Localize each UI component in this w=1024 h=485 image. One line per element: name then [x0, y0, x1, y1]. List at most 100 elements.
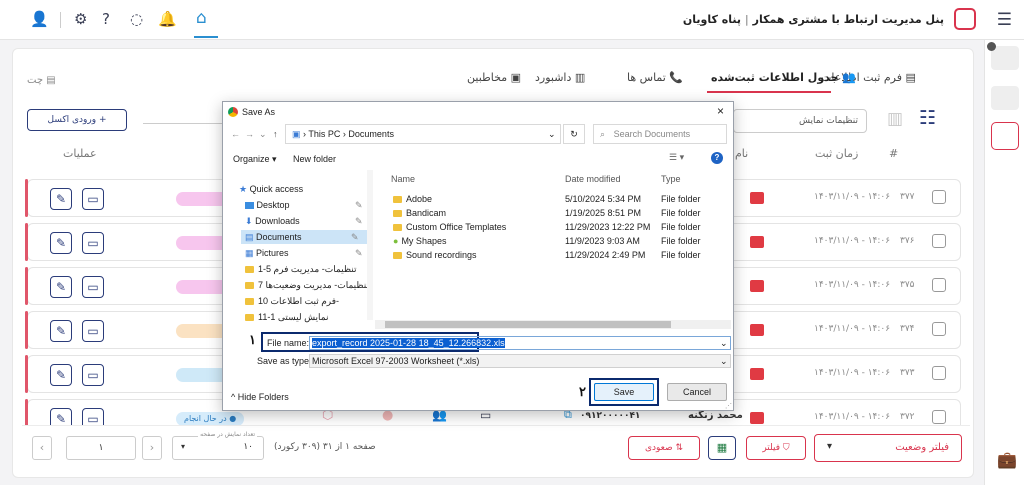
list-view-icon[interactable]: ☷: [919, 107, 936, 129]
row-checkbox[interactable]: [932, 366, 946, 380]
chat-link[interactable]: ▤ چت: [27, 75, 56, 86]
bell-icon[interactable]: 🔔: [158, 10, 177, 28]
filename-input[interactable]: export_record 2025-01-28 18_45_12.266832…: [309, 336, 731, 350]
file-row[interactable]: Bandicam 1/19/2025 8:51 PM File folder: [393, 208, 723, 218]
contact-card-icon: [750, 368, 764, 380]
comment-icon[interactable]: ▭: [82, 188, 104, 210]
row-checkbox[interactable]: [932, 234, 946, 248]
horizontal-scrollbar[interactable]: [375, 320, 731, 329]
row-number: ۳۷۲: [900, 412, 915, 422]
col-header-hash: #: [889, 147, 899, 160]
close-icon[interactable]: ×: [717, 104, 724, 118]
tab-contacts[interactable]: ▣ مخاطبین: [467, 71, 521, 84]
tab-dashboard[interactable]: ▥ داشبورد: [535, 71, 585, 84]
sort-icon: ⇅: [675, 443, 684, 453]
row-checkbox[interactable]: [932, 410, 946, 424]
rail-item-3[interactable]: [991, 122, 1019, 150]
forward-arrow-icon[interactable]: →: [245, 129, 254, 139]
tab-records-table[interactable]: 👥 جدول اطلاعات ثبت‌شده: [711, 71, 856, 84]
nav-downloads[interactable]: ⬇ Downloads ✎: [245, 214, 363, 228]
edit-icon[interactable]: ✎: [50, 364, 72, 386]
grid-view-icon[interactable]: ▥: [887, 109, 903, 129]
prev-page-button[interactable]: ‹: [32, 436, 52, 460]
organize-button[interactable]: Organize ▾: [233, 154, 277, 165]
breadcrumb-sep: ›: [303, 129, 307, 139]
hamburger-menu-icon[interactable]: ☰: [997, 10, 1012, 30]
nav-pane: ★ Quick access Desktop ✎ ⬇ Downloads ✎ ▤ D…: [223, 170, 373, 322]
col-date-modified[interactable]: Date modified: [565, 174, 621, 184]
chevron-down-icon: ⌄: [720, 338, 728, 348]
row-number: ۳۷۵: [900, 280, 915, 290]
display-settings-field[interactable]: تنظیمات نمایش: [733, 109, 867, 133]
address-bar[interactable]: ▣ › This PC › Documents ⌄: [285, 124, 561, 144]
toolbar-divider: [143, 123, 223, 124]
recent-chevron-icon[interactable]: ⌄: [259, 129, 267, 140]
breadcrumb-documents[interactable]: Documents: [348, 129, 394, 139]
edit-icon[interactable]: ✎: [50, 188, 72, 210]
status-filter-select[interactable]: فیلتر وضعیت ▾: [814, 434, 962, 462]
nav-folder[interactable]: نمایش لیستی 1-11: [245, 310, 329, 324]
scroll-thumb[interactable]: [385, 321, 671, 328]
breadcrumb-this-pc[interactable]: This PC: [308, 129, 340, 139]
gear-icon[interactable]: ⚙: [74, 10, 87, 28]
rail-item-2[interactable]: [991, 86, 1019, 110]
page-size-select[interactable]: تعداد نمایش در صفحه ▾ ۱۰: [172, 431, 264, 460]
savetype-select[interactable]: Microsoft Excel 97-2003 Worksheet (*.xls…: [309, 354, 731, 368]
filter-button[interactable]: ⛉ فیلتر: [746, 436, 806, 460]
nav-pictures[interactable]: ▦ Pictures ✎: [245, 246, 363, 260]
resize-grip-icon[interactable]: ⋰: [725, 402, 732, 410]
header-title: پنل مدیریت ارتباط با مشتری همکار: [752, 13, 944, 26]
contact-card-icon: [750, 236, 764, 248]
file-row[interactable]: Adobe 5/10/2024 5:34 PM File folder: [393, 194, 723, 204]
nav-documents[interactable]: ▤ Documents ✎: [241, 230, 369, 244]
search-placeholder: Search Documents: [613, 129, 691, 139]
view-options-icon[interactable]: ☰ ▾: [669, 152, 684, 163]
user-icon[interactable]: 👤: [30, 10, 49, 28]
comment-icon[interactable]: ▭: [82, 364, 104, 386]
dashboard-icon: ▥: [574, 71, 586, 84]
nav-desktop[interactable]: Desktop ✎: [245, 198, 363, 212]
nav-folder[interactable]: تنظیمات- مدیریت وضعیت‌ها 7-: [245, 278, 372, 292]
row-checkbox[interactable]: [932, 190, 946, 204]
edit-icon[interactable]: ✎: [50, 276, 72, 298]
sort-button[interactable]: ⇅ صعودی: [628, 436, 700, 460]
up-arrow-icon[interactable]: ↑: [273, 129, 278, 139]
vertical-scrollbar[interactable]: [367, 170, 373, 320]
cancel-button[interactable]: Cancel: [667, 383, 727, 401]
row-checkbox[interactable]: [932, 278, 946, 292]
briefcase-icon[interactable]: 💼: [997, 450, 1017, 469]
file-row[interactable]: ● My Shapes 11/9/2023 9:03 AM File folder: [393, 236, 723, 246]
comment-icon[interactable]: ▭: [82, 320, 104, 342]
col-type[interactable]: Type: [661, 174, 681, 184]
excel-import-button[interactable]: + ورودی اکسل: [27, 109, 127, 131]
refresh-button[interactable]: ↻: [563, 124, 585, 144]
hide-folders-toggle[interactable]: ^ Hide Folders: [231, 392, 289, 402]
save-button[interactable]: Save: [594, 383, 654, 401]
edit-icon[interactable]: ✎: [50, 320, 72, 342]
app-logo-icon: [954, 8, 976, 30]
comment-icon[interactable]: ▭: [82, 276, 104, 298]
file-row[interactable]: Sound recordings 11/29/2024 2:49 PM File f…: [393, 250, 723, 260]
page-input[interactable]: ۱: [66, 436, 136, 460]
file-row[interactable]: Custom Office Templates 11/29/2023 12:22 …: [393, 222, 723, 232]
col-name[interactable]: Name: [391, 174, 415, 184]
nav-folder[interactable]: تنظیمات- مدیریت فرم 5-1: [245, 262, 356, 276]
nav-folder[interactable]: فرم ثبت اطلاعات 10-: [245, 294, 339, 308]
new-folder-button[interactable]: New folder: [293, 154, 336, 164]
excel-export-button[interactable]: ▦: [708, 436, 736, 460]
help-icon[interactable]: ?: [711, 152, 723, 164]
nav-quick-access[interactable]: ★ Quick access: [239, 182, 303, 196]
chevron-down-icon[interactable]: ⌄: [548, 129, 556, 140]
edit-icon[interactable]: ✎: [50, 232, 72, 254]
search-input[interactable]: ⌕ Search Documents: [593, 124, 727, 144]
row-checkbox[interactable]: [932, 322, 946, 336]
back-arrow-icon[interactable]: ←: [231, 129, 240, 139]
refresh-icon[interactable]: ◌: [130, 10, 143, 28]
active-tab-underline: [707, 91, 831, 93]
rail-item-1[interactable]: [991, 46, 1019, 70]
help-icon[interactable]: ?: [102, 10, 110, 28]
comment-icon[interactable]: ▭: [82, 232, 104, 254]
next-page-button[interactable]: ›: [142, 436, 162, 460]
tab-calls[interactable]: 📞 تماس ها: [627, 71, 683, 84]
home-icon[interactable]: ⌂: [196, 8, 207, 28]
